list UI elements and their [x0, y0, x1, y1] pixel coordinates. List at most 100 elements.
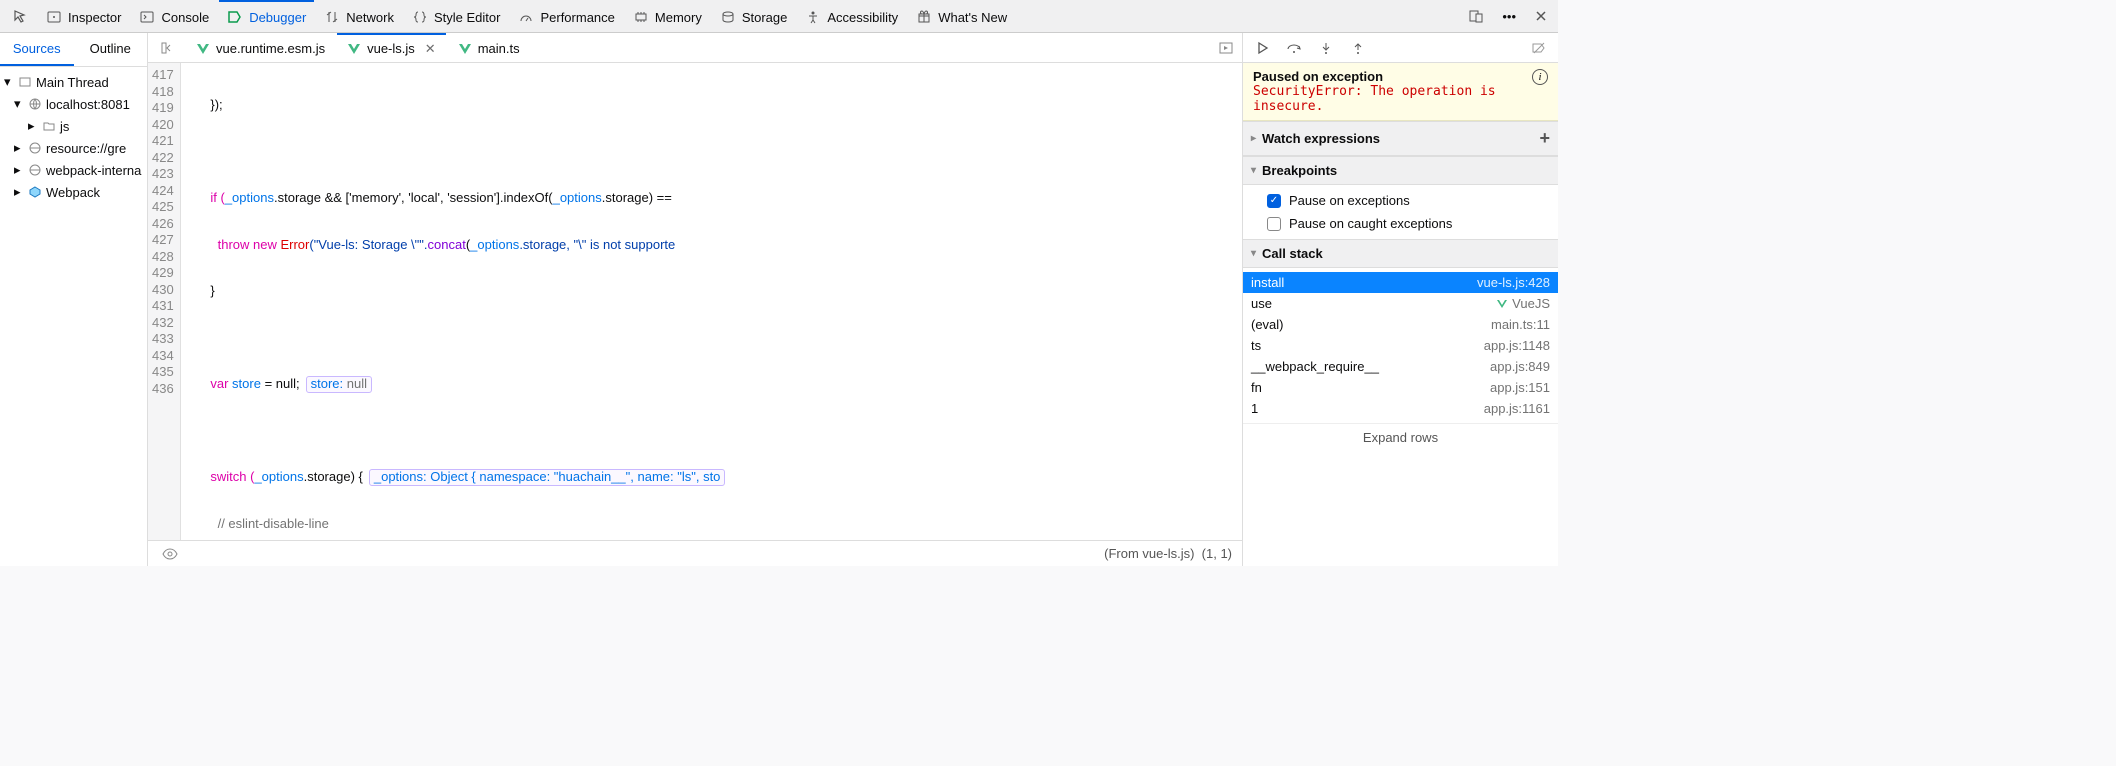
watch-expression-icon[interactable]: [158, 546, 182, 562]
tab-memory[interactable]: Memory: [625, 0, 710, 32]
tree-webpack-internal[interactable]: ▸webpack-interna: [0, 159, 147, 181]
line-number[interactable]: 435: [152, 364, 174, 381]
code-content: }); if (_options.storage && ['memory', '…: [181, 63, 1242, 540]
tab-storage-label: Storage: [742, 10, 788, 25]
checkbox-unchecked-icon: [1267, 217, 1281, 231]
callstack-frame[interactable]: fnapp.js:151: [1243, 377, 1558, 398]
tab-network[interactable]: Network: [316, 0, 402, 32]
step-out-button[interactable]: [1347, 37, 1369, 59]
tab-styleeditor[interactable]: Style Editor: [404, 0, 508, 32]
styleeditor-icon: [412, 9, 428, 25]
watch-section-header[interactable]: ▸Watch expressions+: [1243, 121, 1558, 156]
gift-icon: [916, 9, 932, 25]
callstack-frame[interactable]: installvue-ls.js:428: [1243, 272, 1558, 293]
tab-console[interactable]: Console: [131, 0, 217, 32]
callstack-frame[interactable]: 1app.js:1161: [1243, 398, 1558, 419]
line-number[interactable]: 436: [152, 381, 174, 398]
tab-whatsnew[interactable]: What's New: [908, 0, 1015, 32]
status-from: (From vue-ls.js): [1104, 546, 1194, 561]
callstack-list: installvue-ls.js:428useVueJS(eval)main.t…: [1243, 268, 1558, 423]
line-number[interactable]: 417: [152, 67, 174, 84]
code-editor[interactable]: 4174184194204214224234244254264274284294…: [148, 63, 1242, 540]
file-tab-main[interactable]: main.ts: [448, 33, 530, 63]
line-number[interactable]: 423: [152, 166, 174, 183]
file-tabs: vue.runtime.esm.js vue-ls.js ✕ main.ts: [148, 33, 1242, 63]
line-number[interactable]: 432: [152, 315, 174, 332]
network-icon: [324, 9, 340, 25]
callstack-frame[interactable]: tsapp.js:1148: [1243, 335, 1558, 356]
line-number[interactable]: 426: [152, 216, 174, 233]
tab-accessibility[interactable]: Accessibility: [797, 0, 906, 32]
devtools-toolbar: Inspector Console Debugger Network Style…: [0, 0, 1558, 33]
inline-hint-store: store: null: [306, 376, 372, 393]
line-number[interactable]: 424: [152, 183, 174, 200]
pick-element-button[interactable]: [4, 0, 36, 32]
editor-status-bar: (From vue-ls.js) (1, 1): [148, 540, 1242, 566]
line-number[interactable]: 434: [152, 348, 174, 365]
vue-icon: [196, 42, 210, 56]
line-number-gutter: 4174184194204214224234244254264274284294…: [148, 63, 181, 540]
close-tab-button[interactable]: ✕: [425, 41, 436, 57]
tab-performance-label: Performance: [540, 10, 614, 25]
line-number[interactable]: 433: [152, 331, 174, 348]
callstack-section-header[interactable]: ▾Call stack: [1243, 239, 1558, 268]
tab-console-label: Console: [161, 10, 209, 25]
line-number[interactable]: 428: [152, 249, 174, 266]
pause-on-exceptions-checkbox[interactable]: ✓ Pause on exceptions: [1243, 189, 1558, 212]
line-number[interactable]: 429: [152, 265, 174, 282]
resume-button[interactable]: [1251, 37, 1273, 59]
line-number[interactable]: 419: [152, 100, 174, 117]
callstack-frame[interactable]: useVueJS: [1243, 293, 1558, 314]
tab-outline[interactable]: Outline: [74, 33, 148, 66]
tab-sources[interactable]: Sources: [0, 33, 74, 66]
add-watch-button[interactable]: +: [1539, 128, 1550, 149]
line-number[interactable]: 422: [152, 150, 174, 167]
close-devtools-button[interactable]: [1528, 5, 1554, 27]
main-content: Sources Outline ▾Main Thread ▾localhost:…: [0, 33, 1558, 566]
tab-debugger[interactable]: Debugger: [219, 0, 314, 32]
inline-hint-options: _options: Object { namespace: "huachain_…: [369, 469, 726, 486]
vue-icon: [458, 42, 472, 56]
tree-resource[interactable]: ▸resource://gre: [0, 137, 147, 159]
debugger-controls: [1243, 33, 1558, 63]
more-menu-button[interactable]: •••: [1496, 5, 1522, 28]
tab-whatsnew-label: What's New: [938, 10, 1007, 25]
tab-inspector[interactable]: Inspector: [38, 0, 129, 32]
sources-tree: ▾Main Thread ▾localhost:8081 ▸js ▸resour…: [0, 67, 147, 207]
line-number[interactable]: 421: [152, 133, 174, 150]
collapse-panes-button[interactable]: [152, 36, 184, 60]
info-icon[interactable]: i: [1532, 69, 1548, 85]
file-tab-runtime[interactable]: vue.runtime.esm.js: [186, 33, 335, 63]
file-tab-vuels[interactable]: vue-ls.js ✕: [337, 33, 446, 63]
line-number[interactable]: 430: [152, 282, 174, 299]
tab-styleeditor-label: Style Editor: [434, 10, 500, 25]
callstack-frame[interactable]: __webpack_require__app.js:849: [1243, 356, 1558, 377]
line-number[interactable]: 431: [152, 298, 174, 315]
line-number[interactable]: 420: [152, 117, 174, 134]
line-number[interactable]: 425: [152, 199, 174, 216]
globe-icon: [28, 141, 42, 155]
pause-on-caught-checkbox[interactable]: Pause on caught exceptions: [1243, 212, 1558, 235]
tree-host[interactable]: ▾localhost:8081: [0, 93, 147, 115]
callstack-frame[interactable]: (eval)main.ts:11: [1243, 314, 1558, 335]
breakpoints-section-header[interactable]: ▾Breakpoints: [1243, 156, 1558, 185]
line-number[interactable]: 418: [152, 84, 174, 101]
tab-inspector-label: Inspector: [68, 10, 121, 25]
sources-panel: Sources Outline ▾Main Thread ▾localhost:…: [0, 33, 148, 566]
line-number[interactable]: 427: [152, 232, 174, 249]
disable-breakpoints-button[interactable]: [1528, 37, 1550, 59]
step-over-button[interactable]: [1283, 37, 1305, 59]
run-to-position-button[interactable]: [1210, 36, 1242, 60]
tree-main-thread[interactable]: ▾Main Thread: [0, 71, 147, 93]
tab-storage[interactable]: Storage: [712, 0, 796, 32]
memory-icon: [633, 9, 649, 25]
console-icon: [139, 9, 155, 25]
tree-webpack[interactable]: ▸Webpack: [0, 181, 147, 203]
tree-js-folder[interactable]: ▸js: [0, 115, 147, 137]
step-in-button[interactable]: [1315, 37, 1337, 59]
responsive-mode-button[interactable]: [1462, 4, 1490, 28]
expand-rows-button[interactable]: Expand rows: [1243, 423, 1558, 451]
tab-performance[interactable]: Performance: [510, 0, 622, 32]
performance-icon: [518, 9, 534, 25]
status-position: (1, 1): [1202, 546, 1232, 561]
